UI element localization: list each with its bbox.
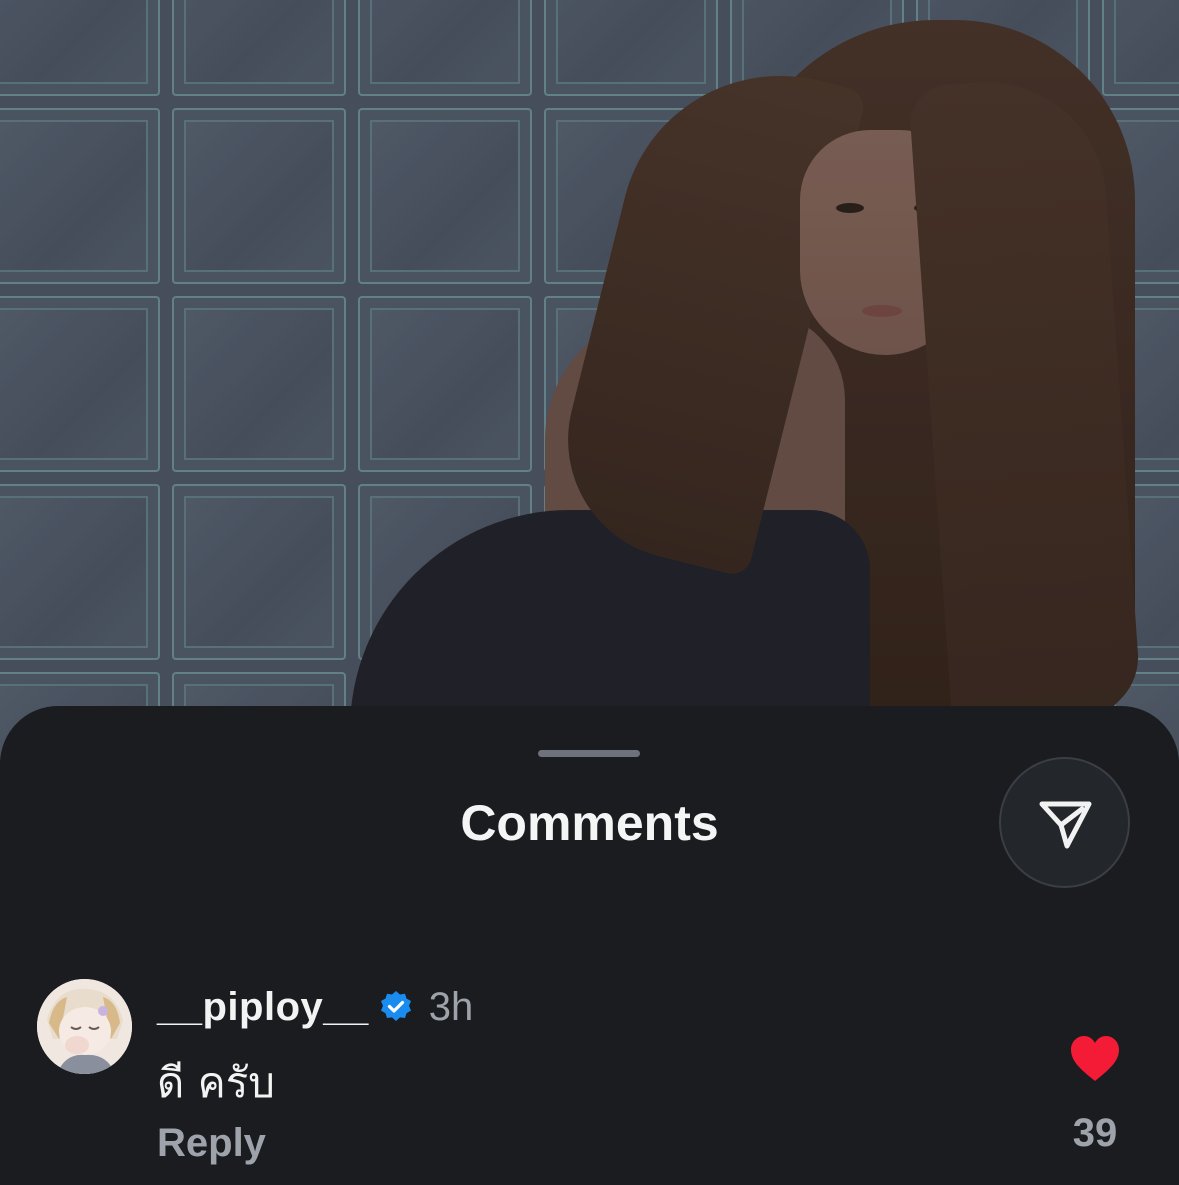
avatar[interactable] [37, 979, 132, 1074]
like-count: 39 [1072, 1111, 1118, 1155]
comment-timestamp: 3h [428, 984, 474, 1029]
comment-username[interactable]: __piploy__ [157, 985, 369, 1030]
comments-sheet: Comments __piploy__ 3h ดี ครับ Reply 39 [0, 706, 1179, 1185]
reply-button[interactable]: Reply [157, 1121, 266, 1166]
sheet-grabber-handle[interactable] [538, 750, 640, 757]
photo-dim-overlay [0, 0, 1179, 760]
comment-header: __piploy__ 3h [157, 982, 473, 1032]
avatar-illustration [37, 979, 132, 1074]
comment-text: ดี ครับ [157, 1058, 275, 1107]
comment-item: __piploy__ 3h ดี ครับ Reply 39 [0, 976, 1179, 1176]
share-button[interactable] [999, 757, 1130, 888]
screen: Comments __piploy__ 3h ดี ครับ Reply 39 [0, 0, 1179, 1185]
heart-icon[interactable] [1068, 1032, 1122, 1086]
post-photo-background [0, 0, 1179, 760]
verified-badge-icon [380, 991, 411, 1021]
paper-plane-icon [1039, 801, 1091, 848]
